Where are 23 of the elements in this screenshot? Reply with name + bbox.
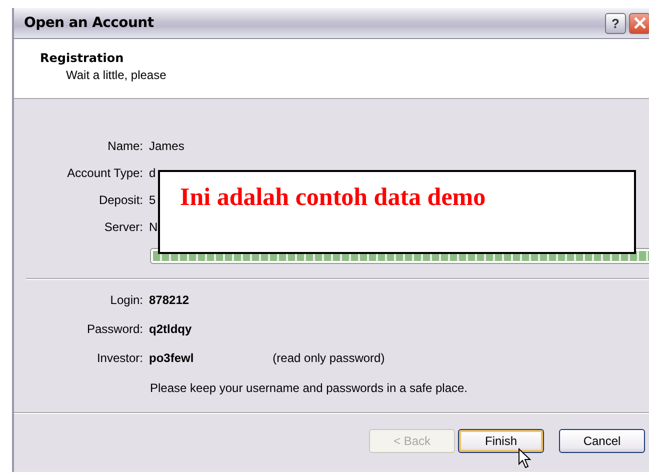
field-value: 5 [149,193,156,207]
field-value: N [149,220,158,234]
credential-value: po3fewl [149,351,194,365]
note-text: (read only password) [272,351,385,365]
field-value: James [149,139,184,153]
field-value: d [149,166,156,180]
field-label: Account Type: [67,166,143,180]
notice-text: Please keep your username and passwords in a safe place. [150,381,469,395]
help-button[interactable]: ? [605,12,626,34]
field-label: Password: [86,322,143,336]
field-label: Login: [110,293,143,307]
field-label: Deposit: [98,193,143,207]
demo-note-tooltip: Ini adalah contoh data demo [158,170,636,254]
field-label: Server: [104,220,143,234]
step-title: Registration [40,51,125,65]
credential-value: q2tldqy [149,322,192,336]
credential-value: 878212 [149,293,190,307]
field-label: Investor: [96,351,143,365]
field-label: Name: [108,139,143,153]
window-title: Open an Account [24,15,154,31]
step-subtitle: Wait a little, please [66,68,168,82]
wizard-button[interactable]: Cancel [559,429,645,453]
wizard-button[interactable]: Finish [458,429,544,453]
